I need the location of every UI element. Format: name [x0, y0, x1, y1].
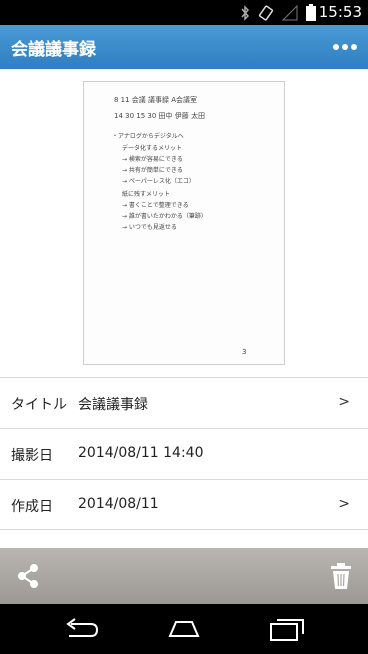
note-header-1: 8 11 会議 議事録 A会議室 [114, 95, 197, 104]
note-line: ・アナログからデジタルへ [112, 132, 184, 140]
note-line: → 誰が書いたかわかる（筆跡） [122, 212, 207, 220]
title-label: タイトル [11, 397, 67, 413]
note-line: → いつでも見返せる [122, 224, 177, 231]
note-line: → 検索が容易にできる [122, 155, 183, 163]
more-dots-icon[interactable] [330, 37, 360, 57]
title-row[interactable]: タイトル 会議議事録 > [0, 377, 368, 428]
page-title: 会議議事録 [11, 40, 96, 60]
note-line: → 書くことで整理できる [122, 201, 189, 209]
app-bar: 会議議事録 [0, 25, 368, 69]
nav-bar [0, 604, 368, 654]
trash-icon[interactable] [330, 562, 352, 590]
recents-icon[interactable] [267, 616, 307, 642]
status-bar: 15:53 [0, 0, 368, 25]
title-value: 会議議事録 [78, 397, 148, 413]
note-header-2: 14 30 15 30 田中 伊藤 太田 [114, 111, 205, 120]
chevron-right-icon: > [338, 496, 350, 512]
note-line: → ペーパーレス化（エコ） [122, 177, 195, 185]
created-date-value: 2014/08/11 [78, 496, 159, 512]
document-thumbnail[interactable]: 8 11 会議 議事録 A会議室 14 30 15 30 田中 伊藤 太田 ・ア… [83, 81, 285, 365]
page-number: 3 [242, 348, 246, 356]
back-icon[interactable] [61, 616, 101, 642]
battery-icon [306, 4, 316, 21]
note-line: → 共有が簡単にできる [122, 166, 183, 174]
shot-date-row: 撮影日 2014/08/11 14:40 [0, 428, 368, 479]
status-time: 15:53 [318, 3, 362, 21]
home-icon[interactable] [164, 616, 204, 642]
rotation-icon [258, 4, 274, 21]
action-bar [0, 548, 368, 604]
detail-list: タイトル 会議議事録 > 撮影日 2014/08/11 14:40 作成日 20… [0, 377, 368, 530]
note-line: データ化するメリット [122, 144, 182, 152]
chevron-right-icon: > [338, 394, 350, 410]
preview-area: 8 11 会議 議事録 A会議室 14 30 15 30 田中 伊藤 太田 ・ア… [0, 69, 368, 376]
bluetooth-icon [241, 4, 250, 21]
created-date-label: 作成日 [11, 499, 53, 515]
signal-icon [282, 4, 298, 20]
share-icon[interactable] [14, 562, 42, 590]
note-line: 紙に残すメリット [122, 190, 170, 198]
shot-date-label: 撮影日 [11, 448, 53, 464]
status-icons [240, 4, 298, 21]
handwritten-notes: 8 11 会議 議事録 A会議室 14 30 15 30 田中 伊藤 太田 ・ア… [112, 95, 246, 356]
created-date-row[interactable]: 作成日 2014/08/11 > [0, 479, 368, 530]
shot-date-value: 2014/08/11 14:40 [78, 445, 204, 461]
